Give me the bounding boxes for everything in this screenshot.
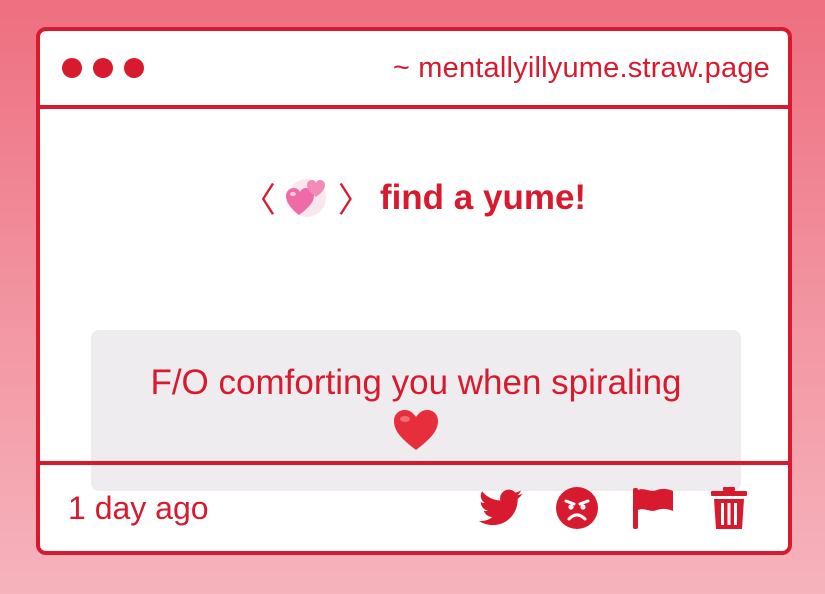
twitter-icon[interactable] xyxy=(478,485,524,531)
window-dot-maximize[interactable] xyxy=(124,58,144,78)
trash-icon[interactable] xyxy=(706,485,752,531)
previous-button[interactable]: 〈 xyxy=(242,173,276,222)
browser-window: ~ mentallyillyume.straw.page 〈 〉 find a … xyxy=(36,27,792,555)
angry-face-icon[interactable] xyxy=(554,485,600,531)
heading-text: find a yume! xyxy=(379,177,587,217)
two-hearts-icon xyxy=(284,175,330,221)
window-dot-minimize[interactable] xyxy=(93,58,113,78)
footer-bar: 1 day ago xyxy=(40,461,788,551)
action-bar xyxy=(478,485,752,531)
page-url[interactable]: ~ mentallyillyume.straw.page xyxy=(393,52,770,85)
window-dot-close[interactable] xyxy=(62,58,82,78)
page-heading: 〈 〉 find a yume! xyxy=(40,173,788,222)
red-heart-icon xyxy=(392,408,440,452)
window-controls xyxy=(62,58,144,78)
post-timestamp: 1 day ago xyxy=(68,489,209,526)
next-button[interactable]: 〉 xyxy=(338,173,372,222)
title-bar: ~ mentallyillyume.straw.page xyxy=(40,31,788,109)
main-content: 〈 〉 find a yume! F/O comforting you when… xyxy=(40,109,788,491)
flag-icon[interactable] xyxy=(630,485,676,531)
prompt-text: F/O comforting you when spiraling xyxy=(150,363,682,402)
